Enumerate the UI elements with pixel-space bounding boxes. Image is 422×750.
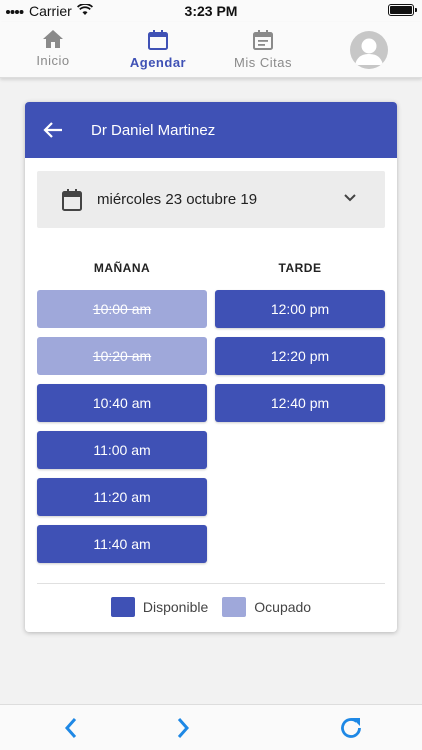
time-slot[interactable]: 11:20 am bbox=[37, 478, 207, 516]
legend-available-label: Disponible bbox=[142, 599, 209, 615]
time-slot[interactable]: 11:40 am bbox=[37, 525, 207, 563]
tab-agendar[interactable]: Agendar bbox=[113, 26, 203, 74]
calendar-icon bbox=[62, 188, 82, 211]
arrow-left-icon bbox=[43, 122, 62, 138]
afternoon-header: TARDE bbox=[278, 261, 322, 275]
legend-swatch-available bbox=[110, 597, 135, 617]
profile-avatar[interactable] bbox=[350, 31, 388, 69]
time-slot[interactable]: 12:00 pm bbox=[215, 290, 385, 328]
time-slot-busy: 10:00 am bbox=[37, 290, 207, 328]
time-slot[interactable]: 10:40 am bbox=[37, 384, 207, 422]
tab-agendar-label: Agendar bbox=[129, 55, 187, 70]
legend-swatch-busy bbox=[222, 597, 247, 617]
selected-date: miércoles 23 octubre 19 bbox=[97, 191, 258, 208]
appointments-icon bbox=[253, 30, 273, 50]
legend-busy-label: Ocupado bbox=[254, 599, 312, 615]
home-icon bbox=[43, 30, 63, 48]
battery-icon bbox=[388, 4, 417, 16]
time-slot[interactable]: 12:20 pm bbox=[215, 337, 385, 375]
next-button[interactable] bbox=[168, 713, 198, 743]
avatar-icon bbox=[355, 38, 383, 65]
tab-mis-citas-label: Mis Citas bbox=[234, 55, 292, 70]
time-slot[interactable]: 11:00 am bbox=[37, 431, 207, 469]
refresh-icon bbox=[341, 718, 361, 738]
status-time: 3:23 PM bbox=[184, 3, 238, 19]
status-bar: Carrier 3:23 PM bbox=[0, 0, 422, 22]
doctor-name: Dr Daniel Martinez bbox=[91, 121, 216, 139]
tab-mis-citas[interactable]: Mis Citas bbox=[218, 26, 308, 74]
chevron-right-icon bbox=[177, 718, 190, 738]
booking-card: Dr Daniel Martinez miércoles 23 octubre … bbox=[25, 102, 397, 632]
calendar-icon bbox=[148, 30, 168, 50]
tab-inicio-label: Inicio bbox=[36, 53, 70, 68]
back-button[interactable] bbox=[25, 102, 81, 158]
card-header: Dr Daniel Martinez bbox=[25, 102, 397, 158]
divider bbox=[37, 583, 385, 584]
time-slot-busy: 10:20 am bbox=[37, 337, 207, 375]
time-slot[interactable]: 12:40 pm bbox=[215, 384, 385, 422]
legend: Disponible Ocupado bbox=[25, 597, 397, 617]
chevron-left-icon bbox=[64, 718, 77, 738]
refresh-button[interactable] bbox=[336, 713, 366, 743]
date-select[interactable]: miércoles 23 octubre 19 bbox=[37, 171, 385, 228]
morning-header: MAÑANA bbox=[93, 261, 151, 275]
top-tab-bar: Inicio Agendar Mis Citas bbox=[0, 22, 422, 78]
chevron-down-icon bbox=[344, 194, 356, 202]
tab-inicio[interactable]: Inicio bbox=[8, 26, 98, 74]
previous-button[interactable] bbox=[56, 713, 86, 743]
bottom-toolbar bbox=[0, 704, 422, 750]
